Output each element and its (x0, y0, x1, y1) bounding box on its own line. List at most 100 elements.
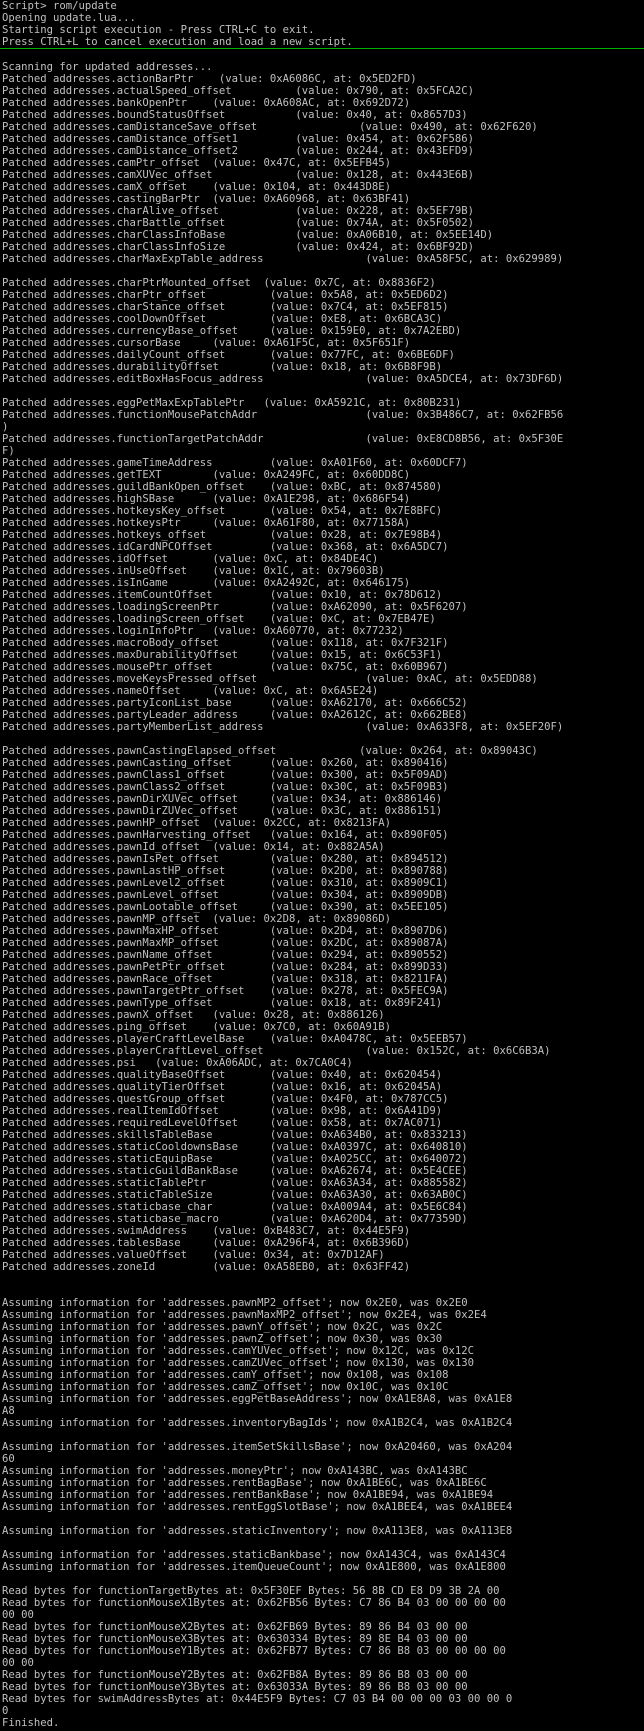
console-line: Patched addresses.psi (value: 0xA06ADC, … (2, 1057, 353, 1069)
console-line: Assuming information for 'addresses.rent… (2, 1477, 487, 1489)
console-line: Read bytes for functionMouseX2Bytes at: … (2, 1621, 468, 1633)
console-line: Patched addresses.partyLeader_address (v… (2, 709, 468, 721)
console-line: Patched addresses.pawnCastingElapsed_off… (2, 745, 538, 757)
console-line: Patched addresses.tablesBase (value: 0xA… (2, 1237, 411, 1249)
console-line: Patched addresses.loadingScreen_offset (… (2, 613, 436, 625)
console-line: Patched addresses.pawnDirXUVec_offset (v… (2, 793, 443, 805)
console-line: Patched addresses.camDistanceSave_offset… (2, 121, 538, 133)
console-line: Patched addresses.inUseOffset (value: 0x… (2, 565, 385, 577)
console-line: Assuming information for 'addresses.camY… (2, 1345, 474, 1357)
console-line: Assuming information for 'addresses.stat… (2, 1549, 506, 1561)
console-line: Patched addresses.pawnX_offset (value: 0… (2, 1009, 385, 1021)
console-line: Patched addresses.pawnMaxMP_offset (valu… (2, 937, 449, 949)
console-line: Patched addresses.pawnPetPtr_offset (val… (2, 961, 449, 973)
console-line: Patched addresses.currencyBase_offset (v… (2, 325, 462, 337)
console-line: Patched addresses.charStance_offset (val… (2, 301, 449, 313)
console-line: Patched addresses.pawnTargetPtr_offset (… (2, 985, 449, 997)
console-line: Read bytes for functionMouseX3Bytes at: … (2, 1633, 468, 1645)
console-line: Press CTRL+L to cancel execution and loa… (2, 36, 353, 48)
console-line: Assuming information for 'addresses.camZ… (2, 1357, 474, 1369)
console-line: Patched addresses.idCardNPCOffset (value… (2, 541, 449, 553)
console-line: Assuming information for 'addresses.pawn… (2, 1309, 487, 1321)
console-line: Assuming information for 'addresses.eggP… (2, 1393, 513, 1405)
console-line: Patched addresses.pawnHP_offset (value: … (2, 817, 392, 829)
console-line: Read bytes for swimAddressBytes at: 0x44… (2, 1693, 513, 1705)
console-line: Patched addresses.hotkeysKey_offset (val… (2, 505, 443, 517)
console-line: Patched addresses.qualityTierOffset (val… (2, 1081, 443, 1093)
console-line: Patched addresses.staticEquipBase (value… (2, 1153, 468, 1165)
console-line: Patched addresses.questGroup_offset (val… (2, 1093, 449, 1105)
console-line: Patched addresses.pawnType_offset (value… (2, 997, 443, 1009)
console-line: Patched addresses.pawnHarvesting_offset … (2, 829, 449, 841)
console-line: Patched addresses.pawnMaxHP_offset (valu… (2, 925, 449, 937)
console-line: Patched addresses.camX_offset (value: 0x… (2, 181, 392, 193)
console-line: Patched addresses.pawnLevel2_offset (val… (2, 877, 449, 889)
console-line: Read bytes for functionMouseX1Bytes at: … (2, 1597, 506, 1609)
console-line: Patched addresses.playerCraftLevelBase (… (2, 1033, 468, 1045)
console-line: Assuming information for 'addresses.mone… (2, 1465, 468, 1477)
console-line: Patched addresses.editBoxHasFocus_addres… (2, 373, 564, 385)
console-line: 0 (2, 1705, 9, 1717)
console-line: Assuming information for 'addresses.pawn… (2, 1321, 443, 1333)
console-line: A8 (2, 1405, 15, 1417)
console-line: Patched addresses.mousePtr_offset (value… (2, 661, 449, 673)
console-line: Patched addresses.ping_offset (value: 0x… (2, 1021, 392, 1033)
console-line: Patched addresses.gameTimeAddress (value… (2, 457, 468, 469)
console-line: Assuming information for 'addresses.rent… (2, 1501, 513, 1513)
console-line: Patched addresses.staticbase_macro (valu… (2, 1213, 468, 1225)
console-line: Patched addresses.zoneId (value: 0xA58EB… (2, 1261, 411, 1273)
console-line: Patched addresses.charClassInfoSize (val… (2, 241, 474, 253)
console-line: Patched addresses.pawnCasting_offset (va… (2, 757, 449, 769)
console-line: Patched addresses.staticCooldownsBase (v… (2, 1141, 468, 1153)
console-line: Patched addresses.charAlive_offset (valu… (2, 205, 474, 217)
console-line: Patched addresses.getTEXT (value: 0xA249… (2, 469, 411, 481)
console-line: Assuming information for 'addresses.item… (2, 1441, 513, 1453)
console-line: Patched addresses.playerCraftLevel_offse… (2, 1045, 551, 1057)
console-line: Patched addresses.staticTablePtr (value:… (2, 1177, 468, 1189)
console-line: Patched addresses.charMaxExpTable_addres… (2, 253, 564, 265)
console-line: Patched addresses.realItemIdOffset (valu… (2, 1105, 443, 1117)
console-line: Patched addresses.swimAddress (value: 0x… (2, 1225, 411, 1237)
console-line: Patched addresses.coolDownOffset (value:… (2, 313, 443, 325)
console-line: Patched addresses.nameOffset (value: 0xC… (2, 685, 379, 697)
console-line: Assuming information for 'addresses.item… (2, 1561, 506, 1573)
console-line: Patched addresses.isInGame (value: 0xA24… (2, 577, 411, 589)
console-line: Assuming information for 'addresses.stat… (2, 1525, 513, 1537)
console-line: Patched addresses.castingBarPtr (value: … (2, 193, 411, 205)
console-line: Patched addresses.functionTargetPatchAdd… (2, 433, 564, 445)
console-line: Patched addresses.pawnRace_offset (value… (2, 973, 449, 985)
console-line: Patched addresses.skillsTableBase (value… (2, 1129, 468, 1141)
console-line: Patched addresses.pawnMP_offset (value: … (2, 913, 392, 925)
console-line: Assuming information for 'addresses.pawn… (2, 1333, 443, 1345)
console-line: 00 00 (2, 1609, 34, 1621)
console-line: Patched addresses.hotkeysPtr (value: 0xA… (2, 517, 411, 529)
console-line: Patched addresses.loginInfoPtr (value: 0… (2, 625, 404, 637)
console-line: Patched addresses.camDistance_offset2 (v… (2, 145, 474, 157)
console-line: Patched addresses.itemCountOffset (value… (2, 589, 443, 601)
console-line: F) (2, 445, 15, 457)
console-line: Patched addresses.staticTableSize (value… (2, 1189, 468, 1201)
console-line: Assuming information for 'addresses.camY… (2, 1369, 449, 1381)
console-line: Patched addresses.idOffset (value: 0xC, … (2, 553, 379, 565)
console-line: Patched addresses.pawnName_offset (value… (2, 949, 449, 961)
console-line: Patched addresses.pawnLootable_offset (v… (2, 901, 449, 913)
console-line: Patched addresses.loadingScreenPtr (valu… (2, 601, 468, 613)
console-line: Patched addresses.valueOffset (value: 0x… (2, 1249, 385, 1261)
console-line: Patched addresses.charPtr_offset (value:… (2, 289, 449, 301)
console-output: Script> rom/update Opening update.lua... S… (0, 0, 644, 1731)
console-line: Patched addresses.dailyCount_offset (val… (2, 349, 455, 361)
console-line: Patched addresses.actionBarPtr (value: 0… (2, 73, 417, 85)
console-line: Patched addresses.pawnIsPet_offset (valu… (2, 853, 449, 865)
console-line: Assuming information for 'addresses.camZ… (2, 1381, 449, 1393)
console-line: Patched addresses.highSBase (value: 0xA1… (2, 493, 411, 505)
console-line: Patched addresses.macroBody_offset (valu… (2, 637, 449, 649)
console-line: ) (2, 421, 9, 433)
console-line: Patched addresses.camDistance_offset1 (v… (2, 133, 474, 145)
